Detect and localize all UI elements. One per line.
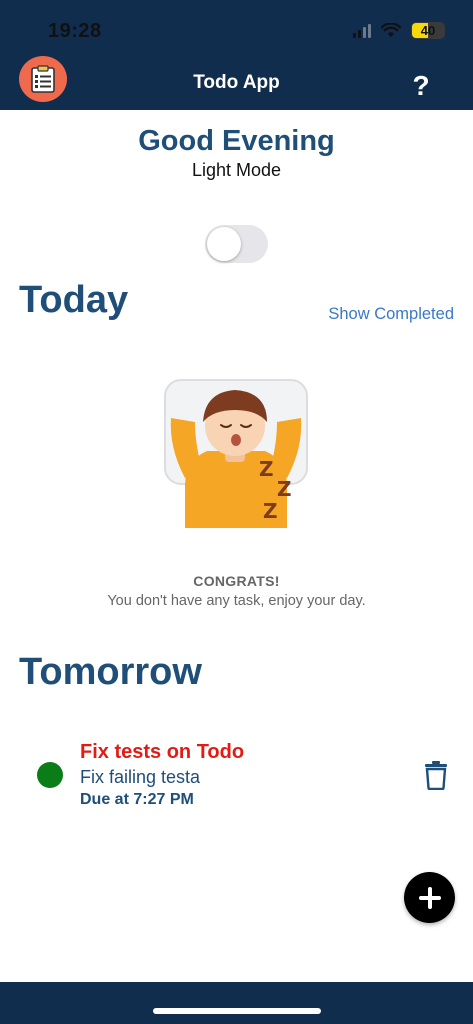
plus-icon xyxy=(418,886,441,909)
status-icons: 40 xyxy=(353,22,445,39)
task-status-dot xyxy=(37,762,63,788)
mode-label: Light Mode xyxy=(191,160,282,180)
delete-task-button[interactable] xyxy=(424,760,448,791)
theme-toggle[interactable] xyxy=(205,225,268,263)
svg-text:Z: Z xyxy=(259,457,274,481)
today-title: Today xyxy=(19,279,129,321)
wifi-icon xyxy=(381,23,401,37)
status-time: 19:28 xyxy=(48,20,102,42)
tomorrow-title: Tomorrow xyxy=(19,651,202,693)
task-due: Due at 7:27 PM xyxy=(80,791,194,808)
trash-icon xyxy=(425,761,447,791)
empty-state-message: You don't have any task, enjoy your day. xyxy=(107,593,366,609)
task-row[interactable]: Fix tests on Todo Fix failing testa Due … xyxy=(0,735,473,815)
svg-text:Z: Z xyxy=(277,477,292,501)
help-button[interactable]: ? xyxy=(406,70,436,102)
svg-text:Z: Z xyxy=(263,499,278,523)
empty-state-title: CONGRATS! xyxy=(193,573,280,589)
battery-icon: 40 xyxy=(411,22,445,39)
show-completed-link[interactable]: Show Completed xyxy=(328,305,454,324)
task-description: Fix failing testa xyxy=(80,767,201,787)
task-title: Fix tests on Todo xyxy=(80,741,245,763)
app-header: 19:28 40 Todo App ? xyxy=(0,0,473,110)
home-indicator[interactable] xyxy=(153,1008,321,1014)
sleeping-person-illustration: Z Z Z xyxy=(164,379,308,528)
toggle-knob xyxy=(207,227,241,261)
add-task-button[interactable] xyxy=(404,872,455,923)
battery-level: 40 xyxy=(420,23,436,38)
greeting-title: Good Evening xyxy=(138,125,335,157)
bottom-bar xyxy=(0,982,473,1024)
app-title: Todo App xyxy=(193,72,280,93)
cellular-signal-icon xyxy=(353,23,371,38)
